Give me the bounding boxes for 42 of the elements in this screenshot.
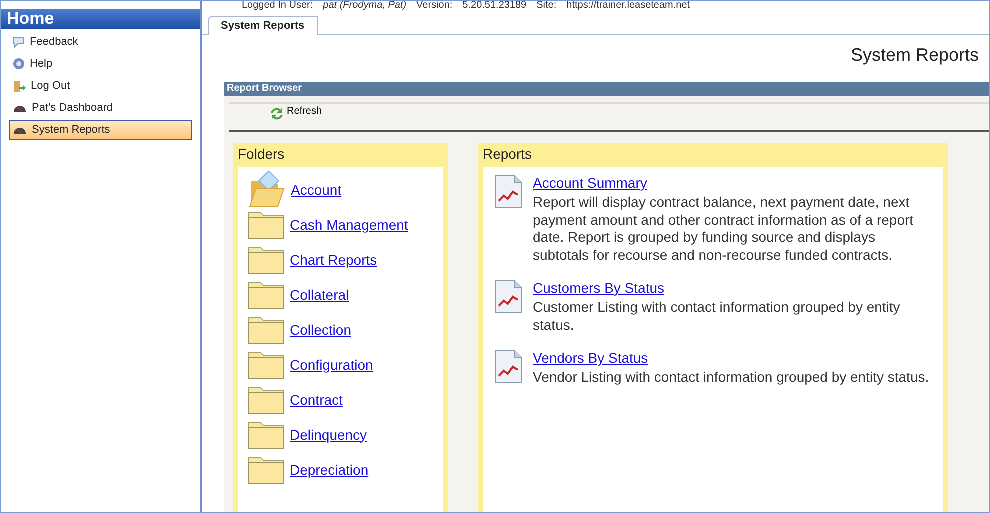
report-description: Customer Listing with contact information grouped by entity status. [533,299,902,334]
folder-link[interactable]: Account [291,182,342,198]
gauge-icon [13,125,27,135]
folder-link[interactable]: Depreciation [290,462,369,478]
folder-link[interactable]: Collection [290,322,352,338]
panel-title: Reports [483,145,534,164]
folder-link[interactable]: Configuration [290,356,374,372]
chart-document-icon [495,175,523,209]
folder-link[interactable]: Delinquency [290,426,368,442]
report-description: Report will display contract balance, next payment date, next payment amount and other contract information as of a report date. Report is grouped by funding source and displays subtotals for recourse and non-recourse funded contracts. [533,194,915,264]
site-url: https://trainer.leaseteam.net [566,1,690,12]
site-label: Site: [536,1,557,12]
report-description: Vendor Listing with contact information grouped by entity status. [533,369,930,386]
user-label: Logged In User: [242,1,314,12]
sidebar-title: Home [1,9,200,29]
refresh-button[interactable]: Refresh [269,104,322,124]
report-link[interactable]: Customers By Status [533,280,933,296]
user-name: pat (Frodyma, Pat) [323,1,407,12]
help-icon [13,58,25,70]
report-browser-header: Report Browser [224,82,989,96]
chart-document-icon [495,280,523,314]
sidebar-item[interactable]: System Reports [9,120,192,140]
version-number: 5.20.51.23189 [462,1,527,12]
panel-title: Folders [238,145,286,164]
chart-document-icon [495,350,523,384]
sidebar-item[interactable]: Pat's Dashboard [9,98,192,118]
refresh-icon [269,106,285,122]
folder-link[interactable]: Collateral [290,286,350,302]
page-title: System Reports [850,44,979,67]
report-link[interactable]: Account Summary [533,175,933,191]
sidebar-item[interactable]: Log Out [9,76,192,96]
report-link[interactable]: Vendors By Status [533,350,930,366]
folder-link[interactable]: Contract [290,392,343,408]
version-label: Version: [416,1,453,12]
sidebar-item[interactable]: Feedback [9,32,192,52]
sidebar-item[interactable]: Help [9,54,192,74]
tab[interactable]: System Reports [208,16,318,35]
gauge-icon [13,103,27,113]
folder-link[interactable]: Chart Reports [290,252,378,268]
folder-link[interactable]: Cash Management [290,216,408,232]
door-arrow-icon [13,80,26,92]
speech-bubble-icon [13,36,25,48]
